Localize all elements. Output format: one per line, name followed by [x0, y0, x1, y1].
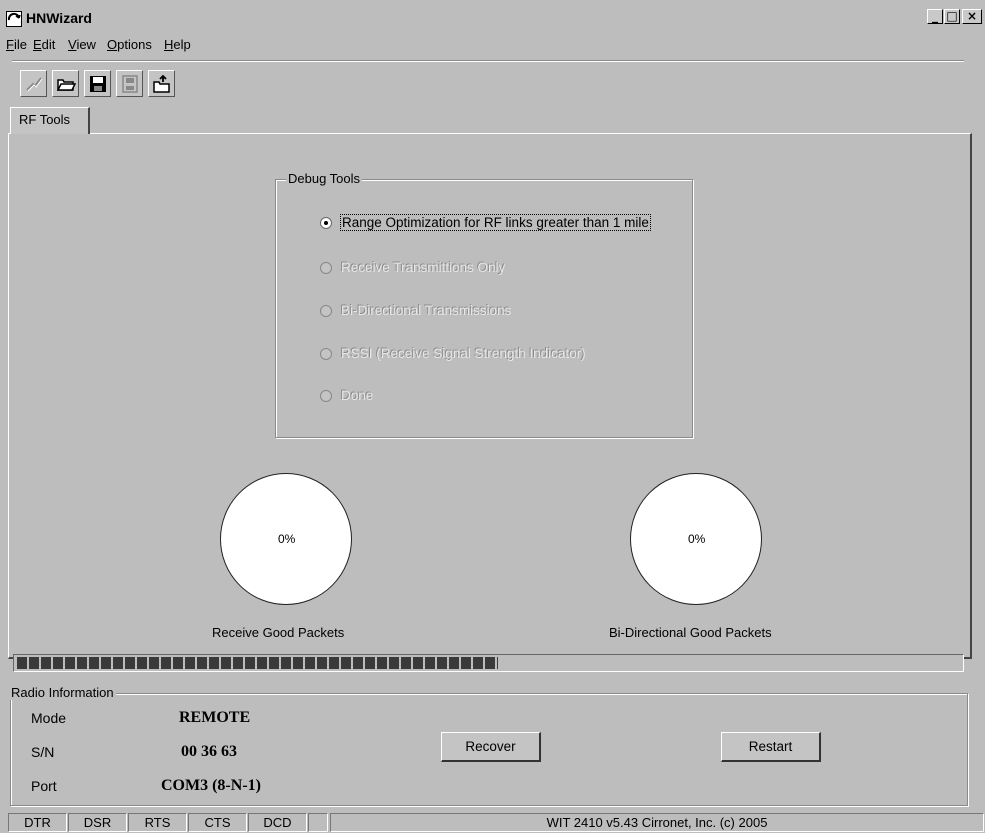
connect-button[interactable]: [20, 70, 47, 97]
save-as-icon: [117, 74, 142, 94]
menu-view[interactable]: View: [68, 37, 96, 52]
bidirectional-gauge-label: Bi-Directional Good Packets: [609, 625, 772, 640]
radio-label: Receive Transmittions Only: [341, 260, 506, 275]
radio-information-title: Radio Information: [9, 685, 116, 700]
radio-button[interactable]: [320, 262, 332, 274]
radio-information-group: Radio Information Mode REMOTE S/N 00 36 …: [9, 685, 968, 806]
menu-edit[interactable]: Edit: [33, 37, 55, 52]
receive-gauge-value: 0%: [278, 532, 296, 546]
minimize-button[interactable]: _: [927, 9, 943, 24]
progress-bar: [13, 654, 964, 672]
menu-options[interactable]: Options: [107, 37, 152, 52]
tab-label: RF Tools: [19, 112, 71, 127]
port-value: COM3 (8-N-1): [161, 777, 261, 794]
restart-button[interactable]: Restart: [721, 732, 821, 762]
radio-button[interactable]: [320, 217, 332, 229]
status-bar: DTR DSR RTS CTS DCD WIT 2410 v5.43 Cirro…: [0, 813, 985, 833]
mode-label: Mode: [31, 710, 67, 726]
save-icon: [85, 74, 110, 94]
radio-button[interactable]: [320, 348, 332, 360]
bidirectional-gauge-value: 0%: [688, 532, 706, 546]
open-folder-icon: [53, 74, 78, 94]
status-cts: CTS: [188, 813, 247, 832]
maximize-button[interactable]: □: [944, 9, 960, 24]
status-dcd: DCD: [248, 813, 307, 832]
bi-directional-good-packets-gauge: 0%: [630, 473, 762, 605]
status-dtr: DTR: [8, 813, 67, 832]
mode-value: REMOTE: [179, 709, 251, 726]
menu-separator: [12, 60, 964, 62]
menu-help[interactable]: Help: [164, 37, 191, 52]
debug-tools-group: Debug Tools Range Optimization for RF li…: [275, 171, 693, 438]
port-label: Port: [31, 778, 57, 794]
radio-label: RSSI (Receive Signal Strength Indicator): [341, 346, 586, 361]
status-dsr: DSR: [68, 813, 127, 832]
receive-good-packets-gauge: 0%: [220, 473, 352, 605]
radio-button[interactable]: [320, 390, 332, 402]
status-rts: RTS: [128, 813, 187, 832]
progress-fill: [17, 657, 498, 669]
upload-button[interactable]: [148, 70, 175, 97]
save-button[interactable]: [84, 70, 111, 97]
open-button[interactable]: [52, 70, 79, 97]
receive-gauge-label: Receive Good Packets: [212, 625, 345, 640]
window-title: HNWizard: [26, 10, 92, 26]
status-info: WIT 2410 v5.43 Cirronet, Inc. (c) 2005: [330, 813, 984, 832]
app-icon[interactable]: [6, 11, 22, 27]
radio-label: Done: [341, 388, 374, 403]
sn-label: S/N: [31, 744, 55, 760]
upload-icon: [149, 74, 174, 94]
debug-tools-title: Debug Tools: [286, 171, 363, 186]
menu-file[interactable]: File: [6, 37, 27, 52]
radio-label: Bi-Directional Transmissions: [341, 303, 512, 318]
radio-button[interactable]: [320, 305, 332, 317]
connect-icon: [21, 74, 46, 94]
recover-button[interactable]: Recover: [441, 732, 541, 762]
save-as-button[interactable]: [116, 70, 143, 97]
sn-value: 00 36 63: [181, 743, 237, 760]
radio-label: Range Optimization for RF links greater …: [340, 214, 651, 231]
tab-rf-tools[interactable]: RF Tools: [10, 107, 90, 134]
status-spacer: [308, 813, 328, 832]
close-button[interactable]: ×: [962, 9, 982, 24]
title-bar: HNWizard _ □ ×: [0, 0, 985, 30]
